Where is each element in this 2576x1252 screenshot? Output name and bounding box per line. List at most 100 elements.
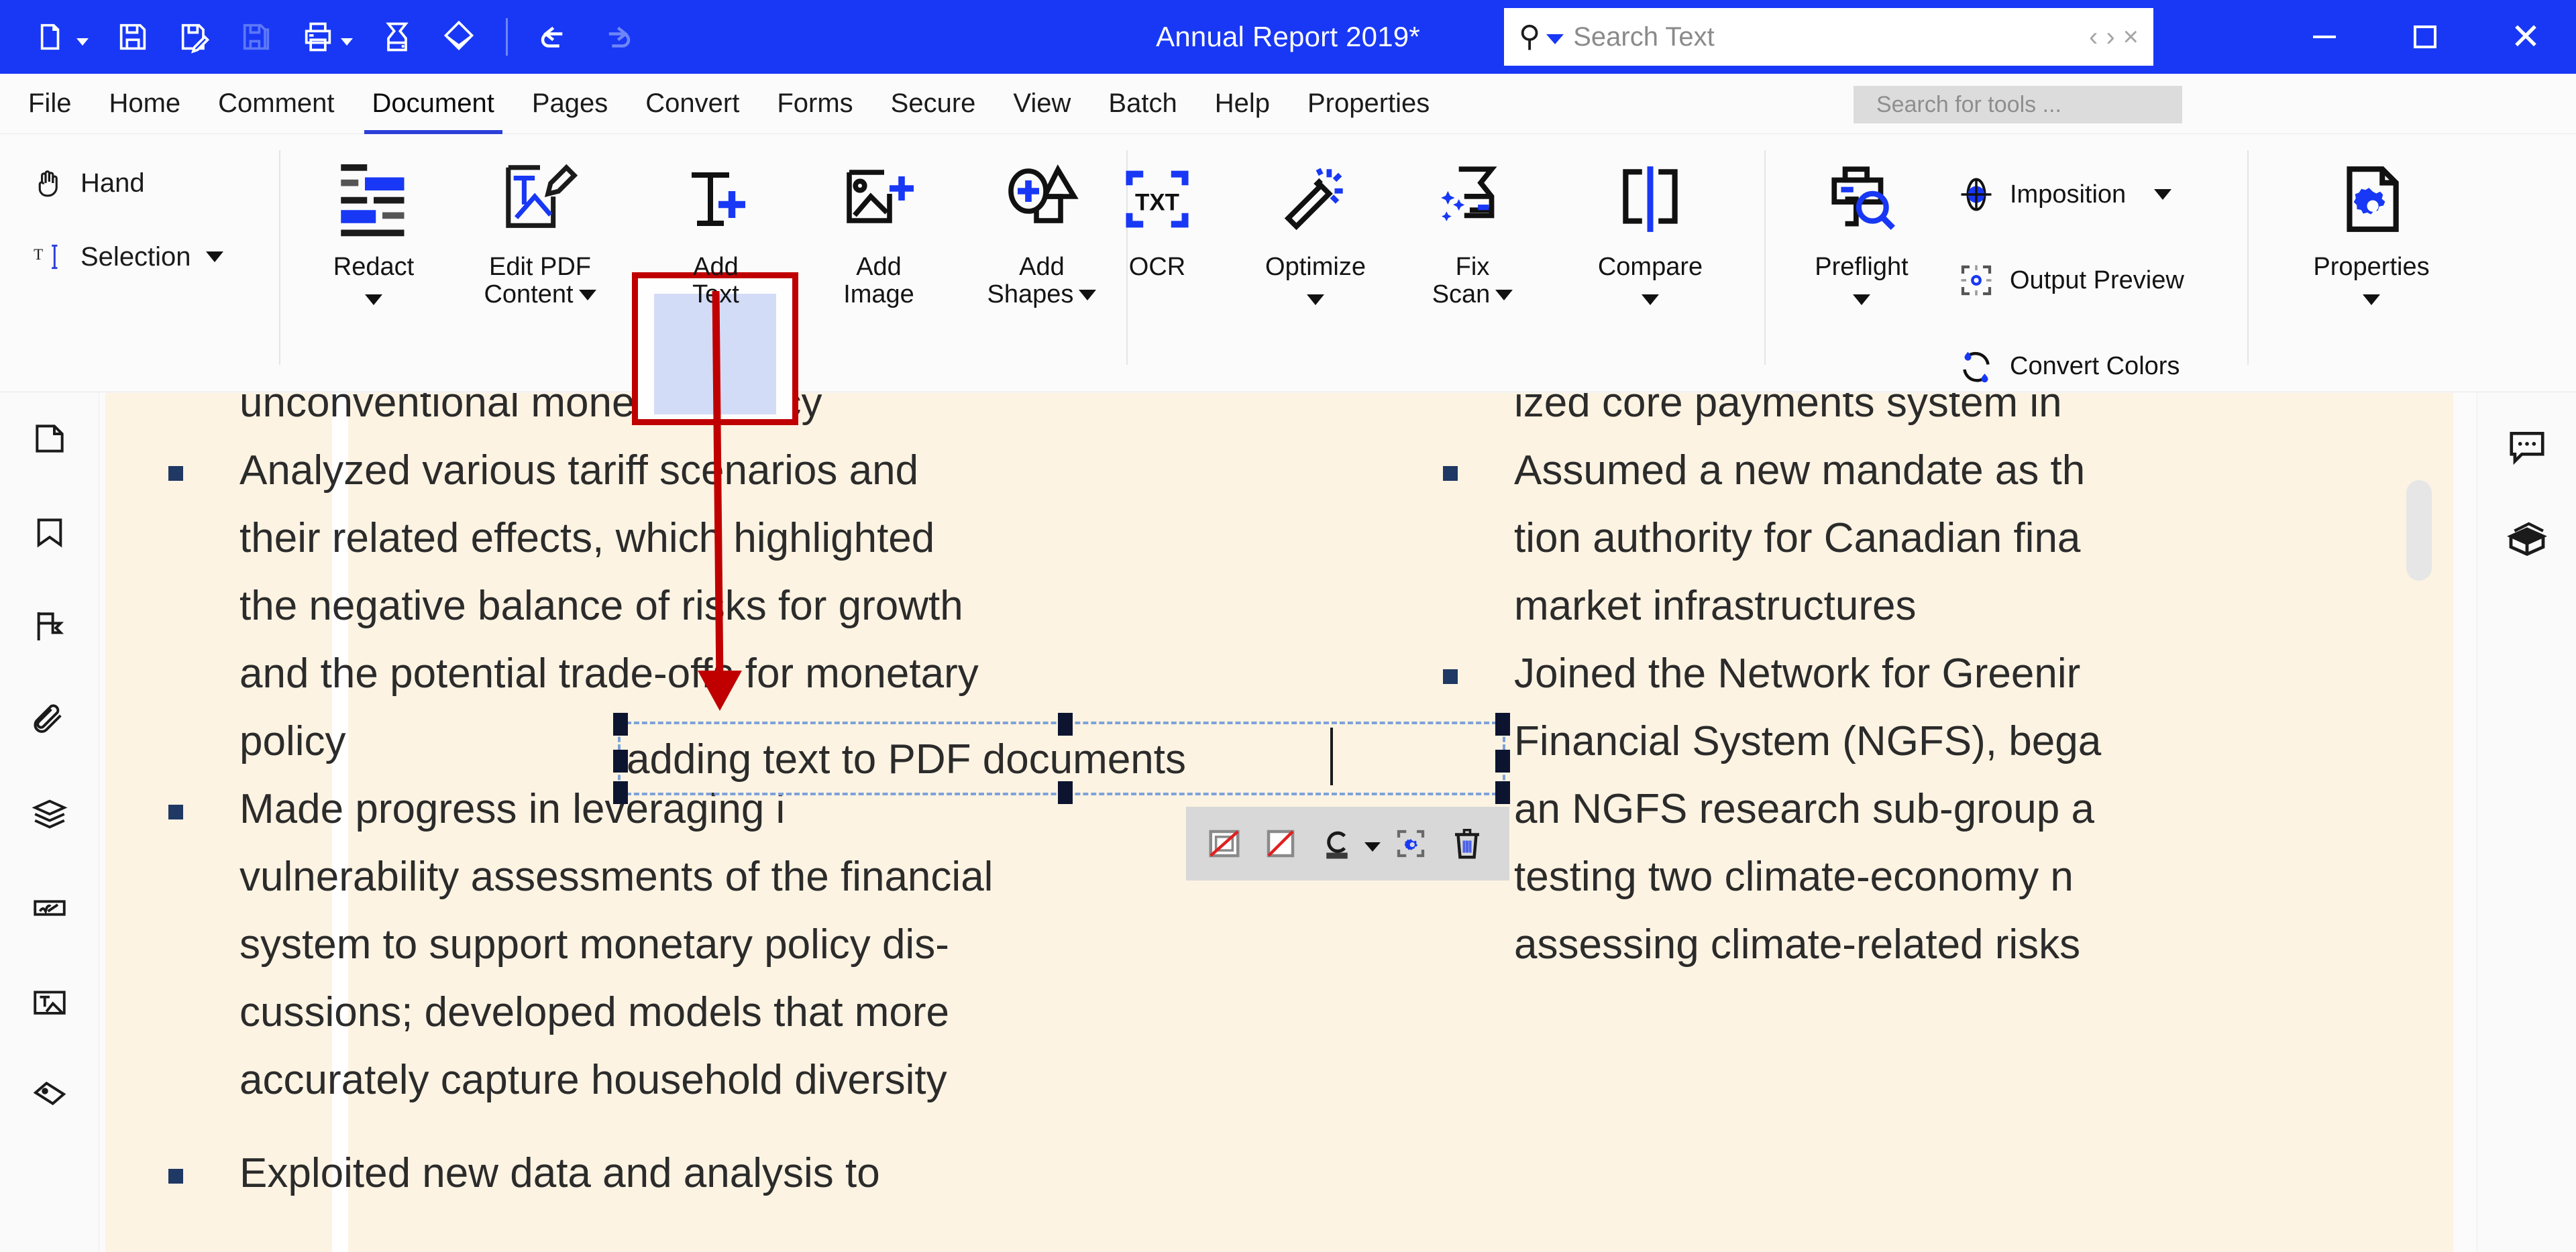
maximize-icon: [2414, 25, 2436, 48]
redo-button[interactable]: [586, 6, 647, 68]
menu-item-home[interactable]: Home: [90, 74, 199, 134]
search-next-button[interactable]: ›: [2106, 22, 2114, 52]
ribbon-divider: [2247, 150, 2249, 365]
sidebar-item-annotations[interactable]: [19, 604, 80, 649]
chevron-down-icon[interactable]: [1546, 34, 1564, 44]
ocr-button[interactable]: TXT OCR: [1087, 149, 1228, 281]
chevron-down-icon[interactable]: [2154, 189, 2171, 200]
edit-pdf-content-button[interactable]: Edit PDF Content: [470, 149, 610, 308]
search-clear-button[interactable]: ×: [2123, 22, 2139, 52]
imposition-button[interactable]: Imposition: [1956, 174, 2171, 215]
doc-line: Exploited new data and analysis to: [239, 1139, 1380, 1207]
document-scrollbar-thumb[interactable]: [2406, 480, 2432, 581]
compare-button[interactable]: Compare: [1556, 149, 1744, 311]
chevron-down-icon[interactable]: [1495, 290, 1513, 300]
resize-handle-bottom-right[interactable]: [1495, 781, 1510, 804]
selection-tool-button[interactable]: T Selection: [23, 220, 305, 294]
resize-handle-middle-left[interactable]: [613, 750, 628, 773]
chevron-down-icon[interactable]: [2363, 294, 2380, 305]
doc-line: testing two climate-economy n: [1514, 843, 2453, 911]
menu-item-help[interactable]: Help: [1196, 74, 1289, 134]
minimize-button[interactable]: [2274, 0, 2375, 74]
menu-item-file[interactable]: File: [9, 74, 90, 134]
chevron-down-icon[interactable]: [1079, 290, 1096, 300]
resize-handle-bottom-left[interactable]: [613, 781, 628, 804]
fix-scan-icon: [1431, 149, 1514, 249]
sidebar-item-page-thumbnails[interactable]: [19, 416, 80, 461]
close-button[interactable]: ✕: [2475, 0, 2576, 74]
scan-button[interactable]: [366, 6, 428, 68]
resize-handle-top-left[interactable]: [613, 713, 628, 736]
sidebar-item-images[interactable]: [19, 979, 80, 1025]
menu-item-forms[interactable]: Forms: [758, 74, 871, 134]
email-button[interactable]: [428, 6, 490, 68]
print-button[interactable]: [287, 6, 366, 68]
save-all-button[interactable]: [225, 6, 287, 68]
chevron-down-icon[interactable]: [365, 294, 382, 305]
comment-bubble-icon: [2506, 426, 2548, 468]
redact-button[interactable]: Redact: [303, 149, 444, 311]
save-button[interactable]: [102, 6, 164, 68]
chevron-down-icon[interactable]: [1307, 294, 1324, 305]
text-box-properties-button[interactable]: [1385, 816, 1437, 871]
sidebar-item-bookmarks[interactable]: [19, 510, 80, 555]
menu-item-batch[interactable]: Batch: [1089, 74, 1195, 134]
preflight-button[interactable]: Preflight: [1771, 149, 1952, 311]
open-file-button[interactable]: [23, 6, 102, 68]
layers-icon: [30, 795, 69, 834]
tools-search-input[interactable]: Search for tools ...: [1854, 86, 2182, 123]
doc-line: Analyzed various tariff scenarios and: [239, 437, 1380, 504]
menu-item-comment[interactable]: Comment: [199, 74, 353, 134]
resize-handle-top-right[interactable]: [1495, 713, 1510, 736]
no-fill-button[interactable]: [1254, 816, 1307, 871]
fix-scan-button[interactable]: Fix Scan: [1402, 149, 1543, 308]
chevron-down-icon[interactable]: [1364, 842, 1381, 852]
search-input[interactable]: Search Text: [1573, 22, 2089, 52]
text-edit-input[interactable]: adding text to PDF documents: [627, 734, 1186, 786]
image-text-icon: [30, 982, 69, 1021]
sidebar-item-layers[interactable]: [19, 791, 80, 837]
sidebar-item-stamps-panel[interactable]: [2496, 512, 2558, 567]
resize-handle-top-center[interactable]: [1058, 713, 1073, 736]
optimize-button[interactable]: Optimize: [1245, 149, 1386, 311]
maximize-button[interactable]: [2375, 0, 2475, 74]
window-controls: ✕: [2274, 0, 2576, 74]
output-preview-button[interactable]: Output Preview: [1956, 260, 2184, 300]
menu-item-pages[interactable]: Pages: [513, 74, 627, 134]
hand-tool-button[interactable]: Hand: [23, 146, 305, 220]
save-as-button[interactable]: [164, 6, 225, 68]
sidebar-item-signatures[interactable]: [19, 885, 80, 931]
chevron-down-icon[interactable]: [579, 290, 596, 300]
menu-item-properties[interactable]: Properties: [1289, 74, 1448, 134]
convert-colors-button[interactable]: Convert Colors: [1956, 346, 2180, 386]
chevron-down-icon[interactable]: [1642, 294, 1659, 305]
no-border-button[interactable]: [1198, 816, 1250, 871]
add-image-button[interactable]: Add Image: [808, 149, 949, 308]
chevron-down-icon[interactable]: [1853, 294, 1870, 305]
menu-item-secure[interactable]: Secure: [872, 74, 995, 134]
add-text-button[interactable]: Add Text: [645, 149, 786, 308]
search-text-box[interactable]: ⚲ Search Text ‹ › ×: [1504, 8, 2153, 66]
search-prev-button[interactable]: ‹: [2089, 22, 2098, 52]
menu-item-convert[interactable]: Convert: [627, 74, 758, 134]
imposition-label: Imposition: [2010, 180, 2126, 209]
sidebar-item-tags[interactable]: [19, 1073, 80, 1119]
sidebar-item-attachments[interactable]: [19, 697, 80, 743]
menu-item-view[interactable]: View: [994, 74, 1089, 134]
menu-item-document[interactable]: Document: [354, 74, 513, 134]
delete-text-box-button[interactable]: [1441, 816, 1493, 871]
toolbar-divider: [506, 18, 508, 56]
quick-access-toolbar: [0, 6, 647, 68]
minimize-icon: [2313, 36, 2336, 38]
doc-line: their related effects, which highlighted: [239, 504, 1380, 572]
sidebar-item-comments-panel[interactable]: [2496, 420, 2558, 475]
resize-handle-middle-right[interactable]: [1495, 750, 1510, 773]
bookmark-icon: [31, 514, 68, 551]
doc-line: and the potential trade-offs for monetar…: [239, 640, 1380, 707]
doc-line: ized core payments system in: [1514, 393, 2453, 437]
undo-button[interactable]: [524, 6, 586, 68]
document-properties-button[interactable]: Properties: [2271, 149, 2472, 311]
chevron-down-icon[interactable]: [206, 251, 223, 262]
doc-line-text: Analyzed various tariff scenarios and: [239, 447, 918, 494]
font-color-button[interactable]: [1311, 816, 1363, 871]
